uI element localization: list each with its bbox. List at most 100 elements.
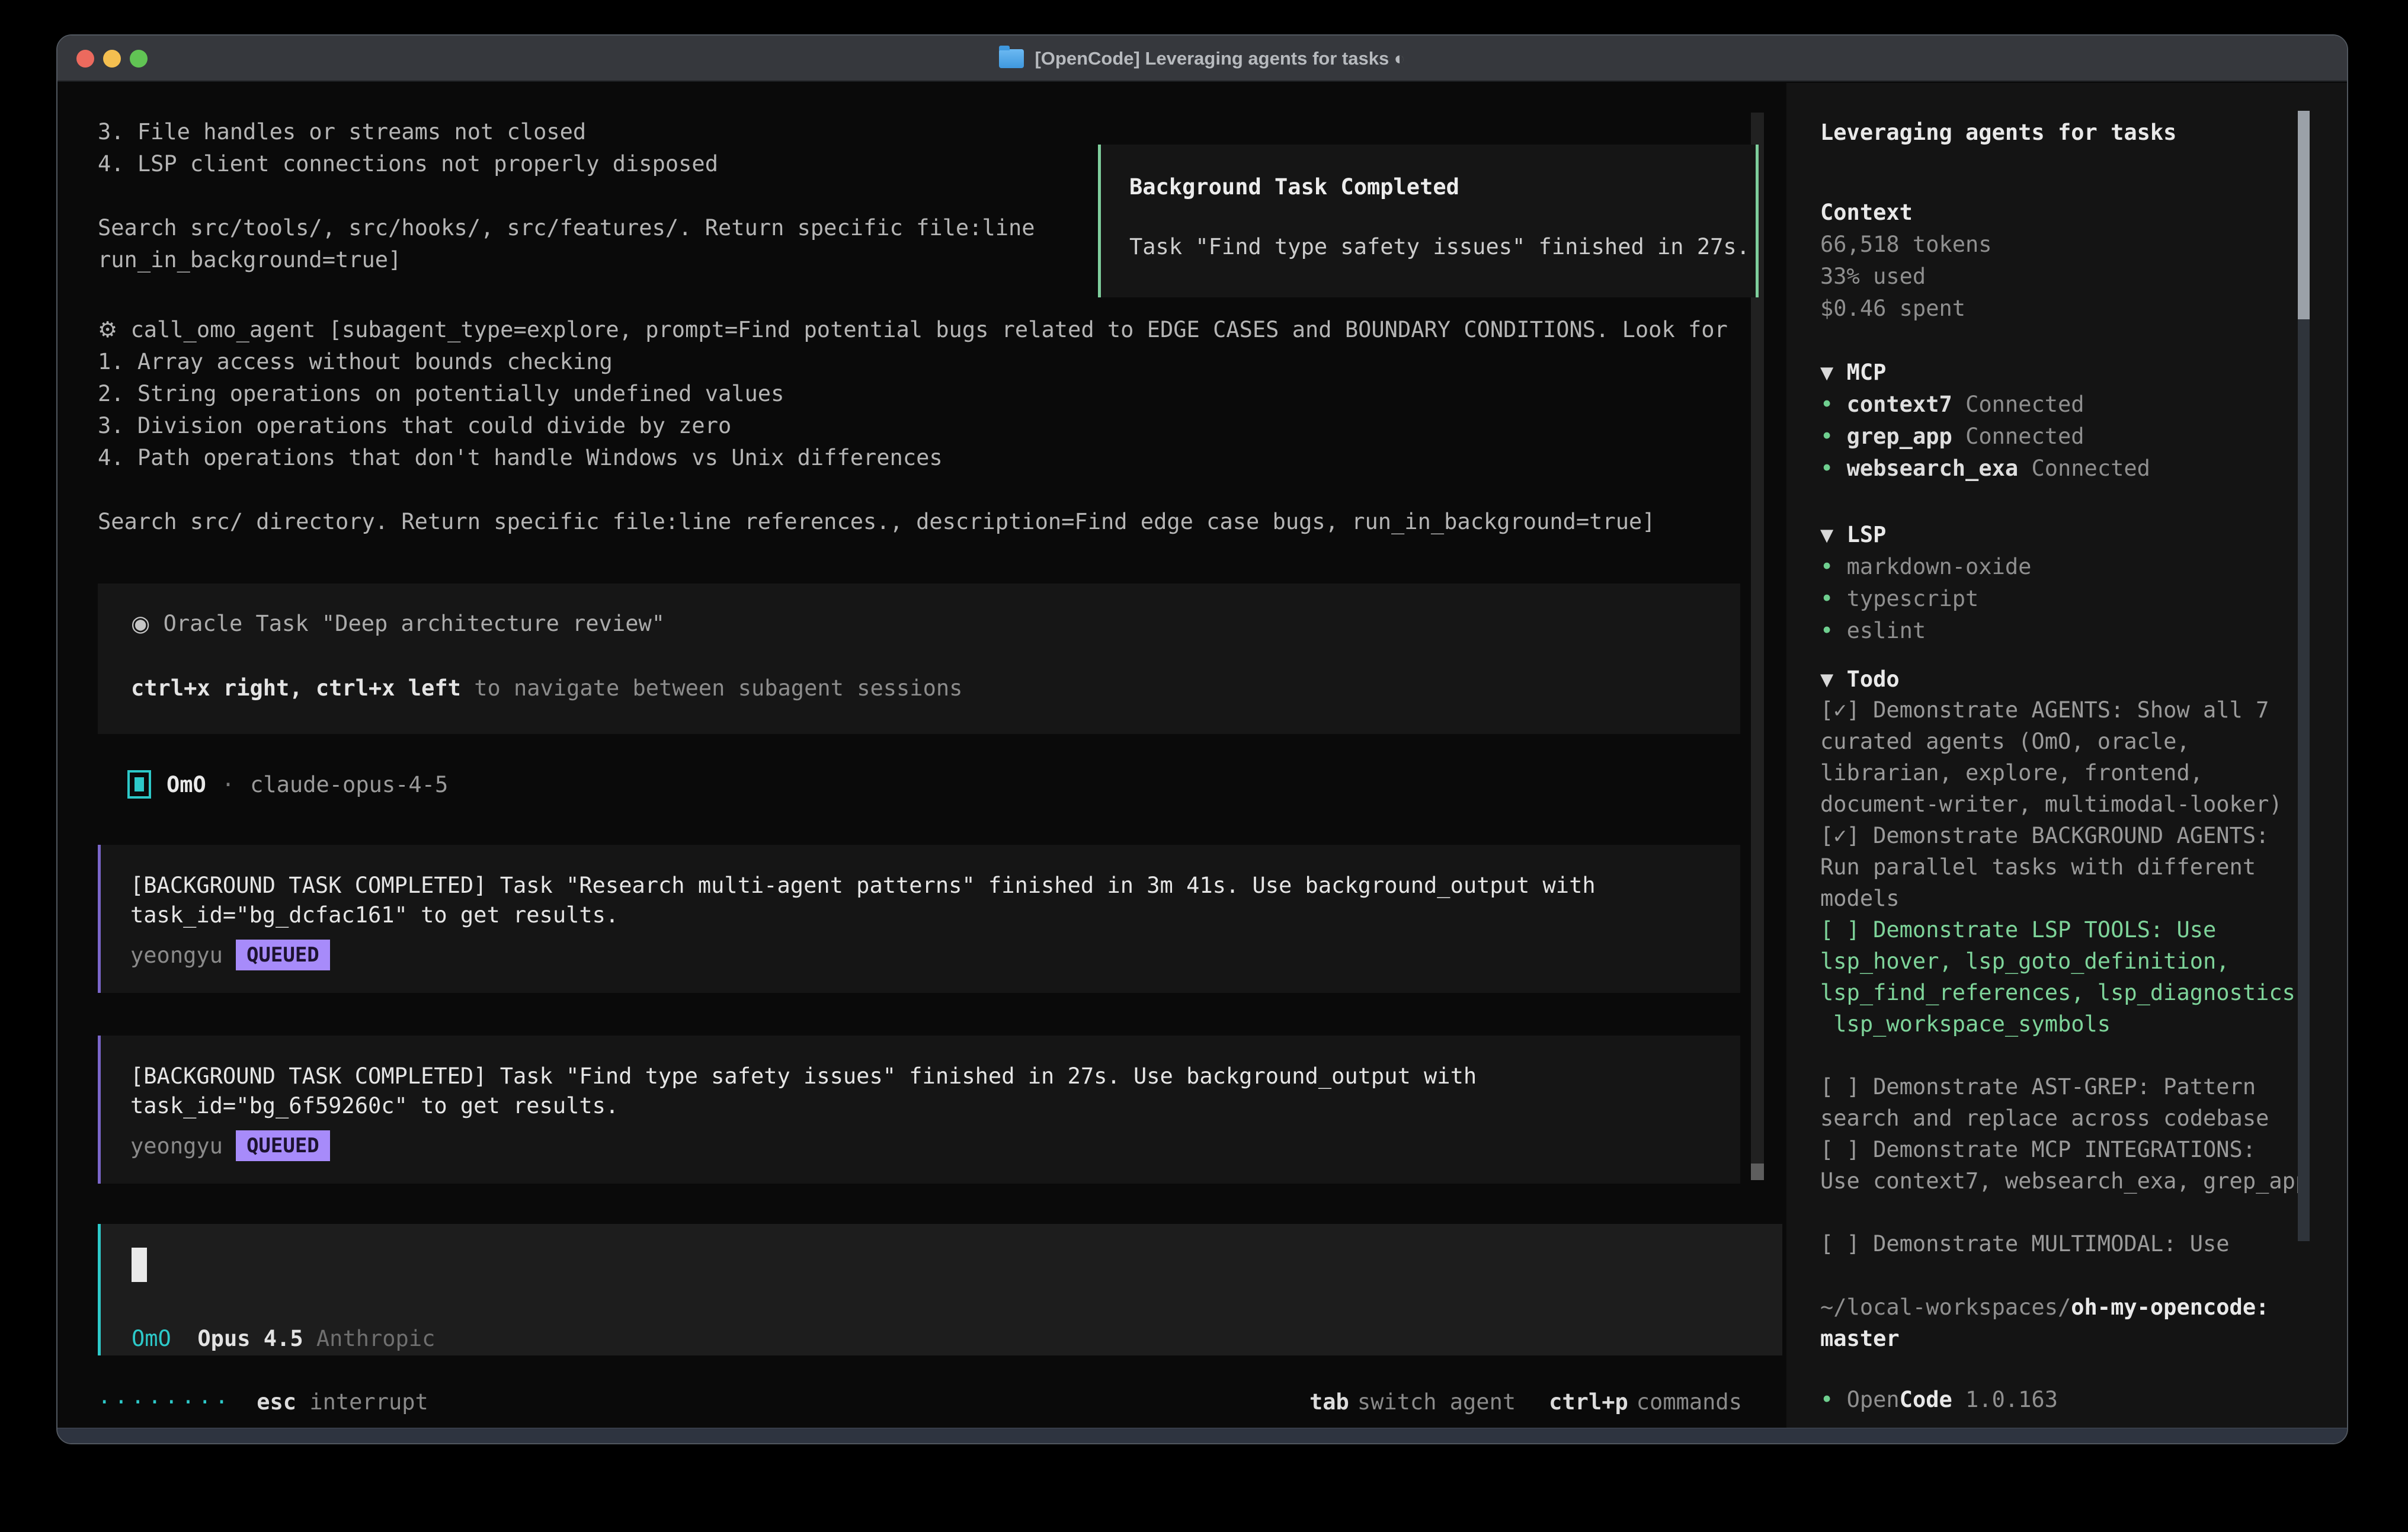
window-title: [OpenCode] Leveraging agents for tasks ◐	[1035, 48, 1405, 69]
context-tokens: 66,518 tokens	[1820, 229, 1992, 260]
chevron-down-icon[interactable]: ▼	[1820, 522, 1833, 547]
context-heading: Context	[1820, 197, 1913, 228]
chevron-down-icon[interactable]: ▼	[1820, 360, 1833, 385]
app-window: [OpenCode] Leveraging agents for tasks ◐…	[56, 34, 2348, 1444]
todo-item: [✓] Demonstrate AGENTS: Show all 7 curat…	[1820, 694, 2324, 820]
status-dot-icon: •	[1820, 456, 1833, 481]
workspace-path: ~/local-workspaces/oh-my-opencode:	[1820, 1291, 2269, 1323]
mcp-item-name: grep_app	[1847, 424, 1952, 449]
mcp-item: • grep_app Connected	[1820, 421, 2084, 452]
status-dot-icon: •	[1820, 618, 1833, 643]
status-bar-right: tab switch agent ctrl+p commands	[1309, 1389, 1742, 1415]
status-badge: QUEUED	[236, 940, 330, 970]
todo-heading: Todo	[1847, 666, 1900, 692]
chevron-down-icon[interactable]: ▼	[1820, 666, 1833, 692]
input-provider-name: Anthropic	[316, 1326, 435, 1351]
task-user: yeongyu	[130, 1133, 223, 1159]
commands-key-hint[interactable]: ctrl+p	[1549, 1389, 1628, 1415]
tool-call-line: 4. Path operations that don't handle Win…	[98, 442, 1728, 474]
todo-item: [✓] Demonstrate BACKGROUND AGENTS: Run p…	[1820, 820, 2324, 914]
tool-call-header: ⚙ call_omo_agent [subagent_type=explore,…	[98, 314, 1728, 346]
lsp-heading: LSP	[1847, 522, 1887, 547]
status-dot-icon: •	[1820, 424, 1833, 449]
mcp-item-status: Connected	[1965, 424, 2084, 449]
status-dot-icon: •	[1820, 1387, 1833, 1412]
context-spent: $0.46 spent	[1820, 293, 1965, 324]
omo-agent-icon	[127, 770, 151, 799]
task-message-line: [BACKGROUND TASK COMPLETED] Task "Find t…	[130, 1062, 1740, 1091]
mcp-item-name: websearch_exa	[1847, 456, 2019, 481]
version-line: • OpenCode 1.0.163	[1820, 1384, 2058, 1415]
todo-section-header[interactable]: ▼ Todo	[1820, 664, 1900, 695]
agent-model: claude-opus-4-5	[250, 772, 448, 797]
folder-icon	[999, 49, 1024, 68]
task-message-line: [BACKGROUND TASK COMPLETED] Task "Resear…	[130, 871, 1740, 900]
terminal-pane[interactable]: 3. File handles or streams not closed 4.…	[57, 83, 1786, 1428]
scrollback-line: 3. File handles or streams not closed	[98, 116, 1035, 148]
model-row: OmO Opus 4.5 Anthropic	[132, 1326, 435, 1351]
tool-call-name: call_omo_agent [subagent_type=explore, p…	[130, 317, 1727, 342]
terminal-scrollbar-thumb[interactable]	[1751, 1164, 1764, 1180]
scrollback-line: 4. LSP client connections not properly d…	[98, 148, 1035, 180]
workspace-branch: master	[1820, 1323, 1900, 1354]
task-message[interactable]: [BACKGROUND TASK COMPLETED] Task "Resear…	[98, 845, 1740, 993]
oracle-task-title: Oracle Task "Deep architecture review"	[164, 611, 665, 636]
context-used: 33% used	[1820, 261, 1926, 292]
todo-item: [ ] Demonstrate MCP INTEGRATIONS: Use co…	[1820, 1134, 2324, 1197]
spinner-dots-icon: ········	[98, 1389, 232, 1415]
shortcut-keys: ctrl+x right, ctrl+x left	[131, 675, 461, 701]
scrollback-line	[98, 180, 1035, 212]
task-message-line: task_id="bg_6f59260c" to get results.	[130, 1091, 1740, 1121]
scrollback-block: 3. File handles or streams not closed 4.…	[98, 116, 1035, 276]
scrollback-line: Search src/tools/, src/hooks/, src/featu…	[98, 212, 1035, 244]
todo-item: [ ] Demonstrate AST-GREP: Pattern search…	[1820, 1071, 2324, 1134]
app-version: 1.0.163	[1952, 1387, 2058, 1412]
status-dot-icon: •	[1820, 554, 1833, 579]
oracle-task-box[interactable]: ◉ Oracle Task "Deep architecture review"…	[98, 584, 1740, 734]
prompt-input[interactable]: OmO Opus 4.5 Anthropic	[98, 1224, 1782, 1355]
oracle-task-title-row: ◉ Oracle Task "Deep architecture review"	[131, 611, 1740, 636]
shortcut-hint: to navigate between subagent sessions	[474, 675, 962, 701]
tool-call-line: Search src/ directory. Return specific f…	[98, 506, 1728, 538]
task-meta-row: yeongyu QUEUED	[130, 1130, 1740, 1161]
tool-call-line: 3. Division operations that could divide…	[98, 410, 1728, 442]
sidebar-scrollbar-thumb[interactable]	[2298, 111, 2310, 319]
status-badge: QUEUED	[236, 1130, 330, 1161]
app-name-bold: Code	[1900, 1387, 1952, 1412]
todo-item: [ ] Demonstrate LSP TOOLS: Use lsp_hover…	[1820, 914, 2324, 1040]
esc-key-label: interrupt	[309, 1389, 428, 1415]
mcp-item-status: Connected	[2031, 456, 2150, 481]
lsp-item-name: markdown-oxide	[1847, 554, 2032, 579]
input-model-name: Opus 4.5	[197, 1326, 303, 1351]
app-name-dim: Open	[1847, 1387, 1900, 1412]
mcp-item-name: context7	[1847, 392, 1952, 417]
screen: [OpenCode] Leveraging agents for tasks ◐…	[0, 0, 2408, 1532]
text-cursor	[132, 1248, 147, 1282]
radio-circle-icon: ◉	[131, 611, 150, 636]
gear-icon: ⚙	[98, 317, 117, 342]
window-title-row: [OpenCode] Leveraging agents for tasks ◐	[57, 36, 2347, 82]
mcp-heading: MCP	[1847, 360, 1887, 385]
task-message[interactable]: [BACKGROUND TASK COMPLETED] Task "Find t…	[98, 1036, 1740, 1184]
tab-key-label: switch agent	[1357, 1389, 1516, 1415]
tool-call-line	[98, 474, 1728, 506]
status-dot-icon: •	[1820, 392, 1833, 417]
lsp-item-name: eslint	[1847, 618, 1926, 643]
scrollback-line: run_in_background=true]	[98, 244, 1035, 276]
tab-key-hint[interactable]: tab	[1309, 1389, 1349, 1415]
todo-item: [ ] Demonstrate MULTIMODAL: Use	[1820, 1228, 2324, 1259]
workspace-path-prefix: ~/local-workspaces/	[1820, 1294, 2071, 1320]
sidebar-scrollbar-track[interactable]	[2298, 319, 2310, 1241]
lsp-item-name: typescript	[1847, 586, 1979, 611]
titlebar[interactable]: [OpenCode] Leveraging agents for tasks ◐	[57, 36, 2347, 82]
lsp-item: • typescript	[1820, 583, 1978, 614]
notification-title: Background Task Completed	[1129, 174, 1756, 200]
mcp-item-status: Connected	[1965, 392, 2084, 417]
lsp-section-header[interactable]: ▼ LSP	[1820, 519, 1886, 550]
tool-call-line: 2. String operations on potentially unde…	[98, 378, 1728, 410]
mcp-section-header[interactable]: ▼ MCP	[1820, 357, 1886, 388]
esc-key-hint[interactable]: esc	[257, 1389, 296, 1415]
sidebar: Leveraging agents for tasks Context 66,5…	[1786, 83, 2347, 1428]
task-message-line: task_id="bg_dcfac161" to get results.	[130, 900, 1740, 930]
status-bar: ········ esc interrupt tab switch agent …	[98, 1389, 1742, 1415]
